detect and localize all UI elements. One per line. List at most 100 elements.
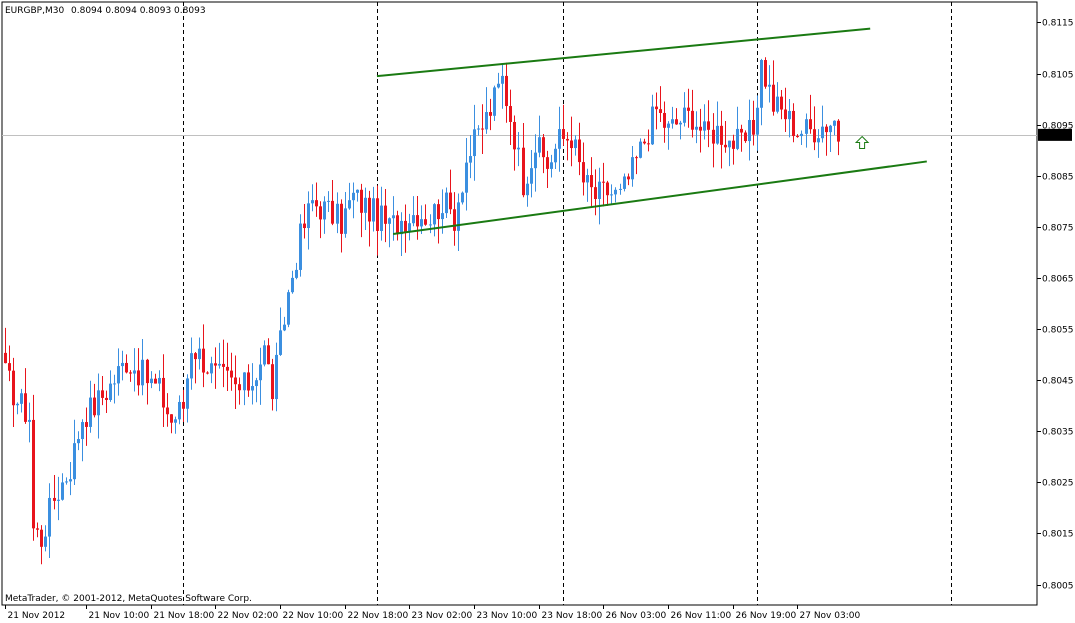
candle-body	[800, 133, 803, 137]
candle-body	[101, 390, 104, 398]
candle-body	[663, 112, 666, 128]
candle-body	[331, 200, 334, 224]
candle-body	[687, 107, 690, 111]
candle-body	[546, 157, 549, 169]
candle-body	[647, 143, 650, 145]
candle-body	[198, 348, 201, 360]
price-axis[interactable]: 0.81150.81050.80950.80850.80750.80650.80…	[1037, 19, 1074, 592]
candle-body	[376, 198, 379, 231]
price-tick-label: 0.8065	[1042, 275, 1074, 285]
candle-body	[643, 141, 646, 144]
candle-body	[170, 414, 173, 423]
candle-body	[554, 148, 557, 163]
candle-body	[287, 292, 290, 325]
candle-body	[570, 140, 573, 149]
time-tick-label: 27 Nov 03:00	[800, 611, 861, 621]
candle-body	[550, 162, 553, 169]
time-tick-label: 23 Nov 18:00	[542, 611, 603, 621]
candle-body	[113, 383, 116, 385]
candle-body	[679, 122, 682, 125]
candle-body	[303, 223, 306, 229]
candle-body	[299, 223, 302, 270]
candle-body	[129, 372, 132, 374]
candle-body	[234, 377, 237, 385]
candle-body	[453, 209, 456, 231]
candle-body	[206, 372, 209, 374]
candle-body	[424, 219, 427, 225]
bull-candle	[299, 214, 302, 277]
candle-body	[117, 366, 120, 384]
candle-body	[610, 194, 613, 196]
price-chart[interactable]: 0.81150.81050.80950.80850.80750.80650.80…	[0, 0, 1075, 623]
candle-body	[821, 126, 824, 139]
candle-body	[315, 200, 318, 207]
ohlc-values: 0.8094 0.8094 0.8093 0.8093	[71, 6, 206, 16]
candle-body	[712, 129, 715, 144]
candle-body	[388, 218, 391, 224]
candle-body	[16, 403, 19, 406]
candle-body	[133, 370, 136, 374]
candle-body	[154, 378, 157, 384]
candle-body	[194, 353, 197, 360]
candle-body	[372, 198, 375, 222]
candle-body	[190, 353, 193, 379]
time-axis[interactable]: 21 Nov 2012 21 Nov 10:00 21 Nov 18:00 22 No…	[5, 605, 861, 621]
candle-body	[594, 187, 597, 199]
candle-body	[344, 208, 347, 234]
candle-body	[226, 366, 229, 371]
candle-body	[566, 138, 569, 141]
plot-area[interactable]	[1, 1, 1038, 606]
candle-body	[732, 140, 735, 149]
candle-body	[461, 192, 464, 203]
price-tick-label: 0.8075	[1042, 224, 1074, 234]
candle-body	[109, 383, 112, 400]
candle-body	[699, 126, 702, 131]
candle-body	[408, 223, 411, 232]
candle-body	[319, 206, 322, 220]
candle-body	[614, 189, 617, 195]
candle-body	[327, 200, 330, 202]
candle-body	[295, 269, 298, 278]
candle-body	[493, 87, 496, 116]
price-tick-label: 0.8105	[1042, 71, 1074, 81]
candle-body	[760, 60, 763, 108]
candle-body	[526, 183, 529, 196]
chart-window[interactable]: 0.8115 0.8105 0.8095 0.8085 0.8075 0.8065 0.80…	[0, 0, 1075, 623]
candle-body	[20, 393, 23, 404]
candle-body	[412, 215, 415, 224]
time-tick-label: 22 Nov 02:00	[218, 611, 279, 621]
candle-body	[481, 128, 484, 130]
candle-body	[505, 75, 508, 107]
candle-body	[65, 481, 68, 483]
candle-body	[210, 363, 213, 374]
candle-body	[752, 119, 755, 135]
current-price-label: 0.8093	[1041, 131, 1073, 141]
candle-body	[12, 370, 15, 406]
price-tick-label: 0.8085	[1042, 173, 1074, 183]
candle-body	[659, 109, 662, 113]
bear-candle	[764, 57, 767, 89]
candle-body	[489, 112, 492, 116]
candle-body	[340, 203, 343, 234]
candle-body	[263, 345, 266, 365]
candle-body	[703, 121, 706, 131]
candle-body	[509, 106, 512, 122]
candle-body	[606, 182, 609, 196]
candle-body	[275, 354, 278, 400]
candle-body	[166, 407, 169, 415]
candle-body	[89, 397, 92, 427]
candle-body	[707, 121, 710, 130]
candle-body	[420, 219, 423, 227]
candle-body	[716, 125, 719, 144]
candle-body	[230, 370, 233, 378]
price-tick-label: 0.8045	[1042, 377, 1074, 387]
candle-body	[28, 419, 31, 422]
symbol-label: EURGBP,M30	[5, 6, 64, 16]
candle-body	[146, 359, 149, 384]
time-tick-label: 26 Nov 11:00	[671, 611, 732, 621]
candle-body	[477, 128, 480, 130]
candle-body	[445, 192, 448, 214]
candle-body	[764, 60, 767, 87]
candle-body	[631, 157, 634, 180]
candle-body	[162, 377, 165, 408]
